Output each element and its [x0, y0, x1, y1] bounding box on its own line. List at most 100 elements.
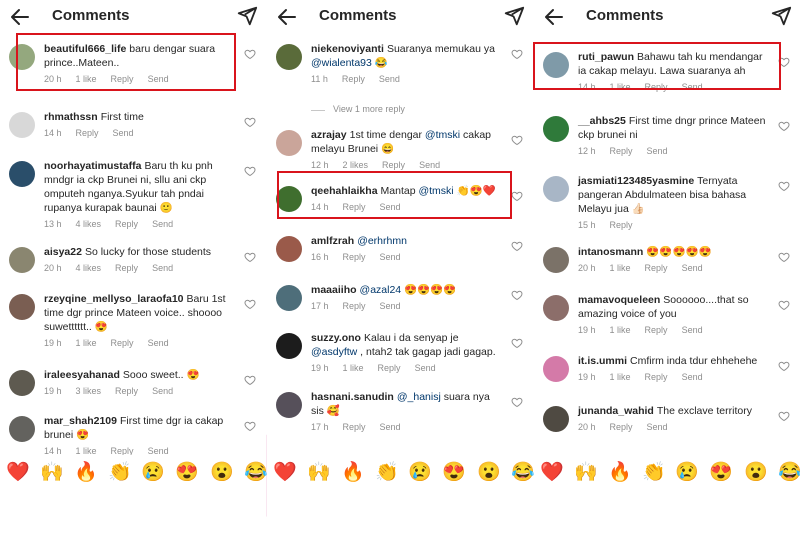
emoji-reaction-button[interactable]: 😮	[477, 455, 501, 491]
send-button[interactable]: Send	[647, 422, 668, 432]
comment-username[interactable]: maaaiiho	[311, 284, 357, 296]
direct-send-icon[interactable]	[236, 5, 258, 27]
emoji-reaction-button[interactable]: 😍	[175, 455, 199, 491]
reply-button[interactable]: Reply	[645, 372, 668, 382]
avatar[interactable]	[9, 370, 35, 396]
emoji-reaction-button[interactable]: 😍	[709, 455, 733, 491]
comment-username[interactable]: jasmiati123485yasmine	[578, 175, 694, 187]
like-heart-icon[interactable]	[511, 134, 523, 146]
like-count[interactable]: 1 like	[343, 363, 364, 373]
like-heart-icon[interactable]	[778, 120, 790, 132]
emoji-reaction-button[interactable]: 🙌	[40, 455, 64, 491]
reply-button[interactable]: Reply	[115, 263, 138, 273]
send-button[interactable]: Send	[415, 363, 436, 373]
emoji-reaction-button[interactable]: 😂	[511, 455, 535, 491]
user-mention-link[interactable]: @tmski	[425, 129, 460, 141]
send-button[interactable]: Send	[380, 252, 401, 262]
comment-username[interactable]: mamavoqueleen	[578, 294, 660, 306]
direct-send-icon[interactable]	[770, 5, 792, 27]
emoji-reaction-button[interactable]: 👏	[108, 455, 132, 491]
like-heart-icon[interactable]	[244, 116, 256, 128]
comment-list[interactable]: beautiful666_life baru dengar suara princ…	[0, 34, 266, 455]
reply-button[interactable]: Reply	[610, 146, 633, 156]
emoji-reaction-button[interactable]: 🔥	[74, 455, 98, 491]
like-count[interactable]: 3 likes	[76, 386, 102, 396]
comment-username[interactable]: rhmathssn	[44, 111, 98, 123]
like-heart-icon[interactable]	[244, 420, 256, 432]
reply-button[interactable]: Reply	[343, 301, 366, 311]
comment-username[interactable]: hasnani.sanudin	[311, 391, 394, 403]
emoji-reaction-button[interactable]: 😢	[408, 455, 432, 491]
back-arrow-icon[interactable]	[8, 5, 32, 29]
reply-button[interactable]: Reply	[76, 128, 99, 138]
like-count[interactable]: 1 like	[76, 74, 97, 84]
view-more-replies-link[interactable]: View 1 more reply	[267, 104, 533, 114]
comment-username[interactable]: __ahbs25	[578, 115, 626, 127]
comment-username[interactable]: amlfzrah	[311, 235, 354, 247]
avatar[interactable]	[276, 130, 302, 156]
comment-username[interactable]: ruti_pawun	[578, 51, 634, 63]
emoji-reaction-button[interactable]: ❤️	[540, 455, 564, 491]
like-count[interactable]: 1 like	[610, 372, 631, 382]
like-heart-icon[interactable]	[244, 374, 256, 386]
send-button[interactable]: Send	[152, 263, 173, 273]
user-mention-link[interactable]: @erhrhmn	[357, 235, 407, 247]
send-button[interactable]: Send	[379, 74, 400, 84]
comment-username[interactable]: suzzy.ono	[311, 332, 361, 344]
like-heart-icon[interactable]	[778, 56, 790, 68]
reply-button[interactable]: Reply	[343, 422, 366, 432]
user-mention-link[interactable]: @wialenta93	[311, 57, 372, 69]
send-button[interactable]: Send	[113, 128, 134, 138]
user-mention-link[interactable]: @_hanisj	[397, 391, 441, 403]
like-heart-icon[interactable]	[778, 251, 790, 263]
emoji-reaction-button[interactable]: 🙌	[574, 455, 598, 491]
avatar[interactable]	[543, 356, 569, 382]
emoji-reaction-button[interactable]: 🙌	[307, 455, 331, 491]
send-button[interactable]: Send	[148, 338, 169, 348]
send-button[interactable]: Send	[380, 202, 401, 212]
like-heart-icon[interactable]	[511, 396, 523, 408]
avatar[interactable]	[543, 247, 569, 273]
comment-username[interactable]: intanosmann	[578, 246, 643, 258]
reply-button[interactable]: Reply	[115, 219, 138, 229]
reply-button[interactable]: Reply	[111, 338, 134, 348]
send-button[interactable]: Send	[682, 82, 703, 92]
comment-list[interactable]: niekenoviyanti Suaranya memukau ya @wiale…	[267, 34, 533, 455]
reply-button[interactable]: Reply	[111, 74, 134, 84]
like-heart-icon[interactable]	[511, 48, 523, 60]
like-heart-icon[interactable]	[778, 410, 790, 422]
like-heart-icon[interactable]	[244, 165, 256, 177]
back-arrow-icon[interactable]	[542, 5, 566, 29]
comment-username[interactable]: rzeyqine_mellyso_laraofa10	[44, 293, 184, 305]
avatar[interactable]	[543, 406, 569, 432]
emoji-reaction-button[interactable]: ❤️	[6, 455, 30, 491]
avatar[interactable]	[543, 116, 569, 142]
avatar[interactable]	[543, 176, 569, 202]
emoji-reaction-button[interactable]: 😢	[141, 455, 165, 491]
send-button[interactable]: Send	[148, 446, 169, 455]
like-heart-icon[interactable]	[511, 190, 523, 202]
avatar[interactable]	[9, 161, 35, 187]
like-count[interactable]: 1 like	[610, 82, 631, 92]
avatar[interactable]	[276, 186, 302, 212]
direct-send-icon[interactable]	[503, 5, 525, 27]
emoji-reaction-button[interactable]: 😮	[744, 455, 768, 491]
avatar[interactable]	[276, 236, 302, 262]
user-mention-link[interactable]: @asdyftw	[311, 346, 357, 358]
like-count[interactable]: 1 like	[610, 263, 631, 273]
send-button[interactable]: Send	[152, 219, 173, 229]
emoji-reaction-button[interactable]: 👏	[642, 455, 666, 491]
comment-username[interactable]: junanda_wahid	[578, 405, 654, 417]
avatar[interactable]	[9, 247, 35, 273]
send-button[interactable]: Send	[380, 422, 401, 432]
avatar[interactable]	[276, 392, 302, 418]
like-count[interactable]: 4 likes	[76, 219, 102, 229]
like-heart-icon[interactable]	[244, 298, 256, 310]
emoji-reaction-button[interactable]: 😂	[778, 455, 800, 491]
reply-button[interactable]: Reply	[645, 263, 668, 273]
comment-username[interactable]: iraleesyahanad	[44, 369, 120, 381]
emoji-reaction-button[interactable]: 😍	[442, 455, 466, 491]
like-heart-icon[interactable]	[511, 289, 523, 301]
comment-username[interactable]: qeehahlaikha	[311, 185, 378, 197]
reply-button[interactable]: Reply	[342, 74, 365, 84]
